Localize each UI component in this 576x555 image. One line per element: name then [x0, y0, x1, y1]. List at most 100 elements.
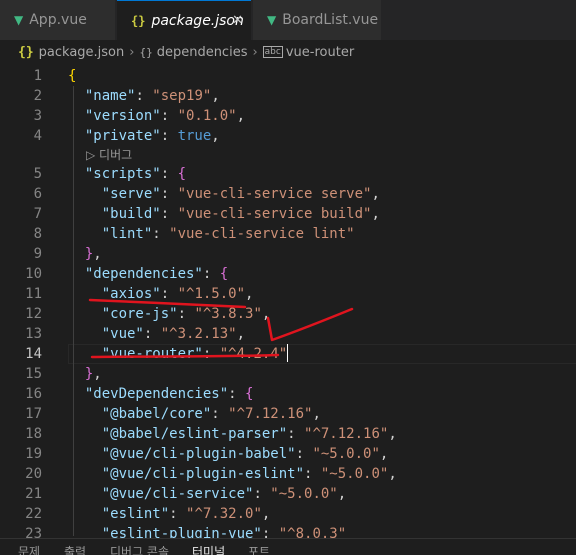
code-token: {	[68, 68, 77, 84]
code-token: :	[228, 386, 246, 402]
code-token: "private"	[84, 128, 161, 144]
panel-tab-debug-console[interactable]: 디버그 콘솔	[110, 543, 169, 555]
code-line[interactable]: 18 "@babel/eslint-parser": "^7.12.16",	[0, 424, 576, 444]
code-text: "@vue/cli-plugin-babel": "~5.0.0",	[68, 444, 389, 464]
code-text: "version": "0.1.0",	[68, 106, 245, 126]
json-braces-icon: {}	[131, 13, 146, 28]
code-token: "0.1.0"	[177, 108, 237, 124]
code-line[interactable]: 4 "private": true,	[0, 126, 576, 146]
code-text: "eslint-plugin-vue": "^8.0.3"	[68, 524, 346, 538]
code-token: :	[135, 88, 153, 104]
code-token: "build"	[101, 206, 161, 222]
code-token: :	[295, 446, 313, 462]
code-token: :	[160, 186, 178, 202]
code-line[interactable]: 7 "build": "vue-cli-service build",	[0, 204, 576, 224]
code-token: :	[160, 206, 178, 222]
code-token: "devDependencies"	[84, 386, 229, 402]
code-token: :	[160, 128, 178, 144]
code-token: "name"	[84, 88, 136, 104]
breadcrumb-item-dependencies[interactable]: dependencies	[157, 45, 248, 60]
code-line[interactable]: 11 "axios": "^1.5.0",	[0, 284, 576, 304]
code-line[interactable]: 21 "@vue/cli-service": "~5.0.0",	[0, 484, 576, 504]
code-token: ,	[93, 366, 102, 382]
panel-tab-ports[interactable]: 포트	[248, 543, 270, 555]
line-number: 10	[25, 266, 42, 282]
line-number: 23	[25, 526, 42, 538]
line-number: 22	[25, 506, 42, 522]
code-line[interactable]: 14 "vue-router": "^4.2.4"	[0, 344, 576, 364]
breadcrumb-item-vue-router[interactable]: vue-router	[286, 45, 354, 60]
code-line[interactable]: 23 "eslint-plugin-vue": "^8.0.3"	[0, 524, 576, 538]
line-number: 12	[25, 306, 42, 322]
code-text: {	[68, 66, 76, 86]
tab-boardlist-vue[interactable]: ▼ BoardList.vue	[253, 0, 381, 40]
code-token: "scripts"	[84, 166, 161, 182]
line-number: 6	[33, 186, 42, 202]
json-braces-icon: {}	[18, 44, 34, 60]
line-number: 8	[33, 226, 42, 242]
codelens-label: 디버그	[99, 148, 133, 162]
code-token: "vue"	[101, 326, 144, 342]
code-line[interactable]: 9 },	[0, 244, 576, 264]
code-token: :	[202, 266, 220, 282]
code-token: :	[143, 326, 161, 342]
vue-icon: ▼	[14, 13, 24, 27]
tab-app-vue[interactable]: ▼ App.vue	[0, 0, 115, 40]
panel-tab-output[interactable]: 출력	[64, 543, 86, 555]
code-line[interactable]: 20 "@vue/cli-plugin-eslint": "~5.0.0",	[0, 464, 576, 484]
tab-label: package.json	[151, 12, 244, 29]
code-token: ,	[379, 446, 389, 462]
breadcrumb-item-file[interactable]: package.json	[39, 45, 125, 60]
code-token: ,	[371, 186, 380, 202]
code-line[interactable]: 13 "vue": "^3.2.13",	[0, 324, 576, 344]
line-number: 20	[25, 466, 42, 482]
code-token: ,	[388, 466, 397, 482]
line-number: 11	[25, 286, 42, 302]
code-text: "axios": "^1.5.0",	[68, 284, 254, 304]
code-line[interactable]: 2 "name": "sep19",	[0, 86, 576, 106]
code-token: "@babel/eslint-parser"	[101, 426, 288, 442]
tab-package-json[interactable]: {} package.json ✕	[117, 0, 251, 40]
line-number: 15	[25, 366, 42, 382]
code-text: "private": true,	[68, 126, 220, 146]
code-line[interactable]: 3 "version": "0.1.0",	[0, 106, 576, 126]
line-number: 9	[33, 246, 42, 262]
code-line[interactable]: 5 "scripts": {	[0, 164, 576, 184]
code-line[interactable]: 1{	[0, 66, 576, 86]
code-token: "vue-cli-service build"	[177, 206, 372, 222]
code-token: :	[177, 306, 195, 322]
code-text: "dependencies": {	[68, 264, 228, 284]
code-line[interactable]: 16 "devDependencies": {	[0, 384, 576, 404]
code-line[interactable]: 22 "eslint": "^7.32.0",	[0, 504, 576, 524]
close-icon[interactable]: ✕	[232, 13, 243, 28]
code-token: {	[219, 266, 229, 282]
line-number: 7	[33, 206, 42, 222]
panel-tab-problems[interactable]: 문제	[18, 543, 40, 555]
code-token: "eslint"	[101, 506, 170, 522]
play-icon: ▷	[86, 148, 100, 162]
code-text: "vue-router": "^4.2.4"	[68, 344, 289, 364]
panel-tab-terminal[interactable]: 터미널	[192, 543, 225, 555]
code-token: ,	[236, 326, 246, 342]
text-cursor	[287, 344, 289, 362]
code-token: ,	[236, 108, 246, 124]
code-line[interactable]: 15 },	[0, 364, 576, 384]
code-line[interactable]: 8 "lint": "vue-cli-service lint"	[0, 224, 576, 244]
code-editor[interactable]: 1{2 "name": "sep19", 3 "version": "0.1.0"…	[0, 64, 576, 538]
line-number: 13	[25, 326, 42, 342]
code-line[interactable]: 17 "@babel/core": "^7.12.16",	[0, 404, 576, 424]
indent-guide	[73, 86, 74, 536]
line-number: 16	[25, 386, 42, 402]
code-token: {	[245, 386, 254, 402]
debug-codelens[interactable]: ▷ 디버그	[86, 146, 132, 164]
code-line[interactable]: 19 "@vue/cli-plugin-babel": "~5.0.0",	[0, 444, 576, 464]
line-number: 19	[25, 446, 42, 462]
code-token: ,	[211, 128, 220, 144]
code-line[interactable]: 6 "serve": "vue-cli-service serve",	[0, 184, 576, 204]
chevron-right-icon: ›	[252, 44, 258, 60]
code-token: "lint"	[101, 226, 153, 242]
code-line[interactable]: 10 "dependencies": {	[0, 264, 576, 284]
code-line[interactable]: 12 "core-js": "^3.8.3",	[0, 304, 576, 324]
bottom-panel-tabs: 문제 출력 디버그 콘솔 터미널 포트	[0, 538, 576, 555]
